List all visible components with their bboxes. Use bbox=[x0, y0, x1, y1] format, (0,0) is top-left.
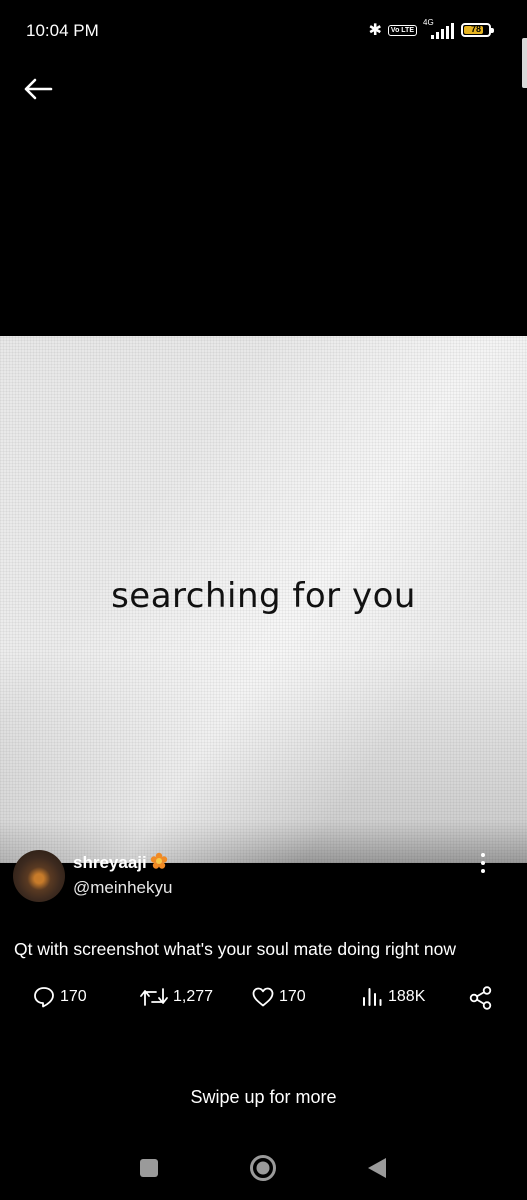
views-button[interactable]: 188K bbox=[360, 985, 425, 1009]
bar-chart-icon bbox=[363, 988, 382, 1006]
battery-icon: 78 bbox=[461, 23, 494, 37]
retweet-button[interactable]: 1,277 bbox=[139, 985, 213, 1009]
battery-percent: 78 bbox=[470, 24, 481, 34]
author-row: shreyaaji @meinhekyu bbox=[0, 848, 527, 908]
reply-button[interactable]: 170 bbox=[32, 985, 87, 1009]
swipe-up-hint[interactable]: Swipe up for more bbox=[0, 1087, 527, 1108]
arrow-left-icon bbox=[24, 78, 53, 100]
like-button[interactable]: 170 bbox=[251, 985, 306, 1009]
retweet-icon bbox=[140, 988, 168, 1006]
scroll-edge-indicator bbox=[522, 38, 527, 88]
user-handle[interactable]: @meinhekyu bbox=[73, 878, 172, 898]
status-bar: 10:04 PM ✱ Vo LTE 4G 78 bbox=[0, 0, 527, 62]
like-count: 170 bbox=[279, 988, 306, 1005]
media-caption: searching for you bbox=[111, 576, 416, 616]
more-options-button[interactable] bbox=[479, 852, 487, 874]
avatar[interactable] bbox=[13, 850, 65, 902]
share-icon bbox=[469, 986, 492, 1010]
status-time: 10:04 PM bbox=[26, 21, 99, 40]
speech-bubble-icon bbox=[34, 987, 54, 1008]
circle-home-icon bbox=[250, 1155, 276, 1181]
display-name[interactable]: shreyaaji bbox=[73, 852, 168, 875]
status-icons: ✱ Vo LTE 4G 78 bbox=[368, 18, 494, 40]
home-button[interactable] bbox=[249, 1154, 277, 1187]
back-nav-button[interactable] bbox=[367, 1157, 387, 1184]
views-count: 188K bbox=[388, 988, 426, 1005]
signal-icon: 4G bbox=[423, 18, 455, 39]
tweet-actions: 170 1,277 170 188K bbox=[0, 985, 527, 1015]
share-button[interactable] bbox=[468, 985, 494, 1011]
square-icon bbox=[140, 1159, 158, 1177]
bluetooth-icon: ✱ bbox=[368, 22, 382, 39]
reply-count: 170 bbox=[60, 988, 87, 1005]
tweet-media-image[interactable]: searching for you bbox=[0, 336, 527, 863]
triangle-back-icon bbox=[368, 1158, 386, 1178]
flower-badge-icon bbox=[150, 852, 168, 875]
more-vertical-icon bbox=[481, 853, 485, 873]
retweet-count: 1,277 bbox=[173, 988, 214, 1005]
volte-icon: Vo LTE bbox=[387, 24, 417, 36]
recents-button[interactable] bbox=[139, 1158, 159, 1183]
heart-icon bbox=[252, 987, 274, 1007]
tweet-text: Qt with screenshot what's your soul mate… bbox=[14, 939, 457, 959]
system-navigation-bar bbox=[0, 1140, 527, 1200]
back-button[interactable] bbox=[22, 74, 56, 104]
display-name-text: shreyaaji bbox=[73, 853, 147, 872]
